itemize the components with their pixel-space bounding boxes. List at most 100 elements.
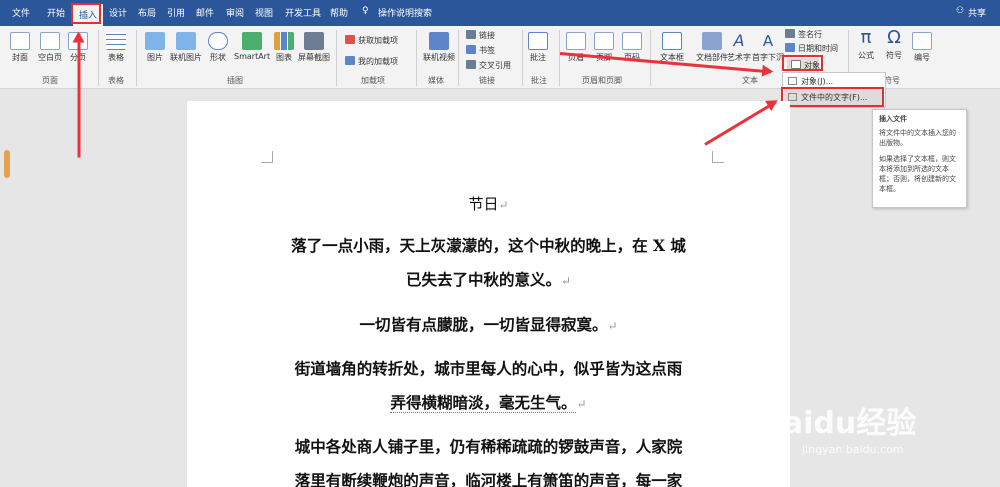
chart-button[interactable]: 图表 <box>274 32 294 63</box>
quick-parts-button[interactable]: 文档部件 <box>696 32 728 63</box>
group-divider <box>522 30 523 86</box>
symbols-group-label: 符号 <box>884 76 900 85</box>
tab-mailings[interactable]: 邮件 <box>196 6 214 19</box>
smartart-icon <box>242 32 263 50</box>
header-button[interactable]: 页眉 <box>566 32 586 63</box>
pictures-button[interactable]: 图片 <box>145 32 165 63</box>
table-button[interactable]: 表格 <box>106 32 126 63</box>
number-icon <box>912 32 932 50</box>
tab-design[interactable]: 设计 <box>109 6 127 19</box>
arrow-to-insert-tab <box>77 33 81 158</box>
symbol-button[interactable]: Ω 符号 <box>884 28 904 61</box>
comment-group-label: 批注 <box>531 76 547 85</box>
tab-review[interactable]: 审阅 <box>226 6 244 19</box>
text-box-button[interactable]: 文本框 <box>660 32 684 63</box>
cover-page-button[interactable]: 封面 <box>10 32 30 63</box>
get-addins-button[interactable]: 获取加载项 <box>345 35 398 46</box>
addins-group-label: 加载项 <box>361 76 385 85</box>
cross-reference-icon <box>466 60 476 69</box>
online-pictures-button[interactable]: 联机图片 <box>170 32 202 63</box>
share-button[interactable]: 共享 <box>968 6 986 19</box>
comment-button[interactable]: 批注 <box>528 32 548 63</box>
paragraph-2: 一切皆有点朦胧，一切皆显得寂寞。↵ <box>359 315 618 334</box>
omega-icon: Ω <box>887 27 901 48</box>
links-group-label: 链接 <box>479 76 495 85</box>
paragraph-1: 落了一点小雨，天上灰濛濛的，这个中秋的晚上，在 X 城 已失去了中秋的意义。↵ <box>291 236 686 289</box>
watermark-url: jingyan.baidu.com <box>802 443 904 456</box>
tell-me-search[interactable]: 操作说明搜索 <box>378 6 432 19</box>
group-divider <box>336 30 337 86</box>
signature-icon <box>785 29 795 38</box>
paragraph-3: 街道墙角的转折处，城市里每人的心中，似乎皆为这点雨 弄得横糊暗淡，毫无生气。↵ <box>294 359 683 413</box>
illustrations-group-label: 插图 <box>227 76 243 85</box>
scroll-indicator[interactable] <box>4 150 10 178</box>
screenshot-button[interactable]: 屏幕截图 <box>298 32 330 63</box>
addin-icon <box>345 56 355 65</box>
quick-parts-icon <box>702 32 722 50</box>
wordart-icon: A <box>733 31 745 50</box>
tab-view[interactable]: 视图 <box>255 6 273 19</box>
my-addins-button[interactable]: 我的加载项 <box>345 56 398 67</box>
equation-button[interactable]: π 公式 <box>856 28 876 61</box>
wordart-button[interactable]: A 艺术字 <box>727 32 751 63</box>
table-group-label: 表格 <box>108 76 124 85</box>
tab-references[interactable]: 引用 <box>167 6 185 19</box>
chart-icon <box>274 32 294 50</box>
cross-reference-button[interactable]: 交叉引用 <box>466 60 511 71</box>
media-group-label: 媒体 <box>428 76 444 85</box>
insert-tab-highlight <box>71 3 101 24</box>
group-divider <box>136 30 137 86</box>
tab-help[interactable]: 帮助 <box>330 6 348 19</box>
blank-page-button[interactable]: 空白页 <box>38 32 62 63</box>
tab-developer[interactable]: 开发工具 <box>285 6 321 19</box>
header-footer-group-label: 页眉和页脚 <box>582 76 622 85</box>
group-divider <box>458 30 459 86</box>
lightbulb-icon: ♀ <box>362 6 369 16</box>
bookmark-button[interactable]: 书签 <box>466 45 495 56</box>
crop-mark-top-left <box>261 151 273 163</box>
link-icon <box>466 30 476 39</box>
text-from-file-highlight <box>781 87 884 107</box>
text-group-label: 文本 <box>742 76 758 85</box>
smartart-button[interactable]: SmartArt <box>234 32 270 61</box>
link-button[interactable]: 链接 <box>466 30 495 41</box>
paragraph-4: 城中各处商人铺子里，仍有稀稀疏疏的锣鼓声音，人家院 落里有断续鞭炮的声音，临河楼… <box>294 437 683 487</box>
pi-icon: π <box>860 27 872 48</box>
document-title: 节日↵ <box>468 195 509 213</box>
page-number-icon <box>622 32 642 50</box>
blank-page-icon <box>40 32 60 50</box>
shapes-button[interactable]: 形状 <box>208 32 228 63</box>
picture-icon <box>145 32 165 50</box>
tooltip-title: 插入文件 <box>879 115 907 123</box>
tab-layout[interactable]: 布局 <box>138 6 156 19</box>
drop-cap-icon: A <box>762 32 774 50</box>
header-icon <box>566 32 586 50</box>
drop-cap-button[interactable]: A 首字下沉 <box>752 32 784 63</box>
object-button-highlight <box>782 55 823 71</box>
document-page[interactable]: 节日↵ 落了一点小雨，天上灰濛濛的，这个中秋的晚上，在 X 城 已失去了中秋的意… <box>187 101 790 487</box>
number-button[interactable]: 编号 <box>912 32 932 63</box>
text-box-icon <box>662 32 682 50</box>
video-icon <box>429 32 449 50</box>
signature-line-button[interactable]: 签名行 <box>785 29 822 40</box>
footer-icon <box>594 32 614 50</box>
shapes-icon <box>208 32 228 50</box>
crop-mark-top-right <box>712 151 724 163</box>
calendar-icon <box>785 43 795 52</box>
tooltip-line1: 将文件中的文本插入您的出版物。 <box>879 129 956 147</box>
group-divider <box>559 30 560 86</box>
group-divider <box>650 30 651 86</box>
group-divider <box>416 30 417 86</box>
online-video-button[interactable]: 联机视频 <box>423 32 455 63</box>
tab-file[interactable]: 文件 <box>12 6 30 19</box>
online-picture-icon <box>176 32 196 50</box>
ribbon-tab-bar: 文件 开始 插入 设计 布局 引用 邮件 审阅 视图 开发工具 帮助 ♀ 操作说… <box>0 0 1000 26</box>
date-time-button[interactable]: 日期和时间 <box>785 43 838 54</box>
tab-home[interactable]: 开始 <box>47 6 65 19</box>
group-divider <box>98 30 99 86</box>
camera-icon <box>304 32 324 50</box>
object-menu-icon <box>788 77 797 85</box>
menu-item-object[interactable]: 对象(J)... <box>788 76 833 87</box>
insert-file-tooltip: 插入文件 将文件中的文本插入您的出版物。 如果选择了文本框，则文本将添加到所选的… <box>872 109 967 208</box>
person-icon: ⚇ <box>956 6 965 16</box>
